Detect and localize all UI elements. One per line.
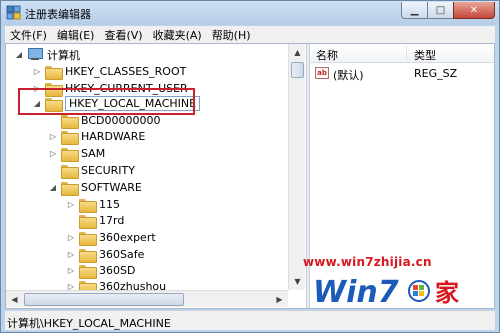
menu-favorites[interactable]: 收藏夹(A) — [148, 27, 207, 43]
window-controls: ▁ □ ✕ — [401, 2, 495, 20]
column-divider[interactable] — [406, 46, 407, 61]
tree-vertical-scrollbar[interactable]: ▲ ▼ — [288, 44, 305, 290]
tree-item-security[interactable]: SECURITY — [48, 162, 135, 179]
collapse-arrow-icon[interactable]: ◢ — [14, 50, 24, 60]
tree-item-115[interactable]: ▷ 115 — [66, 196, 120, 213]
windows-logo-icon — [413, 291, 418, 296]
list-header: 名称 类型 — [310, 44, 494, 63]
folder-icon — [79, 248, 97, 263]
value-name: (默认) — [333, 69, 364, 82]
status-path: 计算机\HKEY_LOCAL_MACHINE — [7, 317, 171, 330]
folder-icon — [61, 147, 79, 162]
menu-bar: 文件(F) 编辑(E) 查看(V) 收藏夹(A) 帮助(H) — [5, 26, 495, 43]
expand-arrow-icon[interactable] — [48, 166, 58, 176]
client-area: ◢ 计算机 ▷ HKEY_CLASSES_ROOT ▷ HKEY_CURRENT… — [5, 43, 495, 309]
tree-label: 17rd — [99, 214, 125, 227]
tree-item-software[interactable]: ◢ SOFTWARE — [48, 179, 142, 196]
maximize-icon: □ — [435, 4, 446, 16]
ab-string-icon: ab — [315, 67, 329, 79]
watermark-url: www.win7zhijia.cn — [303, 255, 432, 269]
expand-arrow-icon[interactable]: ▷ — [66, 200, 76, 210]
tree-label: 360Safe — [99, 248, 145, 261]
column-header-type[interactable]: 类型 — [414, 47, 436, 63]
minimize-icon: ▁ — [410, 4, 419, 16]
menu-file[interactable]: 文件(F) — [5, 27, 52, 43]
watermark-logo-text: Win7 — [313, 275, 399, 309]
tree-horizontal-scrollbar[interactable]: ◀ ▶ — [6, 290, 288, 307]
tree-item-360safe[interactable]: ▷ 360Safe — [66, 246, 144, 263]
scroll-left-icon[interactable]: ◀ — [6, 291, 23, 308]
window-title: 注册表编辑器 — [25, 8, 91, 21]
tree-item-sam[interactable]: ▷ SAM — [48, 145, 105, 162]
folder-icon — [61, 164, 79, 179]
expand-arrow-icon[interactable]: ▷ — [48, 132, 58, 142]
tree-label: 115 — [99, 198, 120, 211]
tree-item-hkey-classes-root[interactable]: ▷ HKEY_CLASSES_ROOT — [32, 63, 186, 80]
folder-icon — [61, 181, 79, 196]
expand-arrow-icon[interactable] — [48, 116, 58, 126]
folder-icon — [45, 65, 63, 80]
tree-label: 计算机 — [47, 48, 80, 62]
expand-arrow-icon[interactable]: ▷ — [48, 149, 58, 159]
expand-arrow-icon[interactable]: ▷ — [32, 67, 42, 77]
watermark-logo-suffix: 家 — [435, 279, 459, 307]
minimize-button[interactable]: ▁ — [401, 2, 427, 19]
expand-arrow-icon[interactable] — [66, 216, 76, 226]
menu-view[interactable]: 查看(V) — [99, 27, 147, 43]
tree-label: HARDWARE — [81, 130, 146, 143]
expand-arrow-icon[interactable]: ▷ — [66, 250, 76, 260]
expand-arrow-icon[interactable]: ▷ — [66, 266, 76, 276]
collapse-arrow-icon[interactable]: ◢ — [48, 183, 58, 193]
tree-item-17rd[interactable]: 17rd — [66, 212, 124, 229]
folder-icon — [61, 130, 79, 145]
folder-icon — [79, 264, 97, 279]
registry-tree: ◢ 计算机 ▷ HKEY_CLASSES_ROOT ▷ HKEY_CURRENT… — [6, 44, 306, 308]
status-bar: 计算机\HKEY_LOCAL_MACHINE — [5, 310, 495, 330]
maximize-button[interactable]: □ — [427, 2, 453, 19]
tree-label: 360expert — [99, 231, 156, 244]
close-button[interactable]: ✕ — [453, 2, 495, 19]
tree-item-360expert[interactable]: ▷ 360expert — [66, 229, 156, 246]
folder-icon — [79, 198, 97, 213]
registry-editor-window: 注册表编辑器 ▁ □ ✕ 文件(F) 编辑(E) 查看(V) 收藏夹(A) 帮助… — [0, 0, 500, 333]
scroll-right-icon[interactable]: ▶ — [271, 291, 288, 308]
windows-logo-icon — [413, 285, 418, 290]
folder-icon — [79, 231, 97, 246]
computer-icon — [27, 48, 43, 61]
title-bar[interactable]: 注册表编辑器 ▁ □ ✕ — [1, 1, 499, 25]
scroll-thumb[interactable] — [24, 293, 184, 306]
tree-label: SAM — [81, 147, 106, 160]
expand-arrow-icon[interactable]: ▷ — [66, 233, 76, 243]
windows-logo-icon — [419, 285, 424, 290]
tree-label: BCD00000000 — [81, 114, 161, 127]
tree-item-computer[interactable]: ◢ 计算机 — [14, 46, 80, 63]
value-type: REG_SZ — [414, 67, 458, 80]
regedit-icon — [6, 5, 21, 20]
tree-label: 360SD — [99, 264, 136, 277]
tree-label: SOFTWARE — [81, 181, 142, 194]
windows-logo-icon — [419, 291, 424, 296]
scroll-thumb[interactable] — [291, 62, 304, 78]
list-item[interactable]: ab (默认) REG_SZ — [310, 65, 494, 82]
folder-icon — [79, 214, 97, 229]
tree-label: HKEY_CLASSES_ROOT — [65, 65, 187, 78]
highlight-annotation-box — [18, 88, 195, 115]
column-header-name[interactable]: 名称 — [316, 47, 338, 63]
tree-item-360sd[interactable]: ▷ 360SD — [66, 262, 135, 279]
menu-edit[interactable]: 编辑(E) — [52, 27, 100, 43]
scroll-up-icon[interactable]: ▲ — [289, 44, 306, 61]
tree-label: SECURITY — [81, 164, 135, 177]
watermark-logo: Win7 家 — [313, 275, 459, 309]
folder-icon — [61, 114, 79, 129]
close-icon: ✕ — [469, 4, 479, 16]
menu-help[interactable]: 帮助(H) — [207, 27, 256, 43]
scroll-down-icon[interactable]: ▼ — [289, 273, 306, 290]
tree-item-hardware[interactable]: ▷ HARDWARE — [48, 128, 145, 145]
